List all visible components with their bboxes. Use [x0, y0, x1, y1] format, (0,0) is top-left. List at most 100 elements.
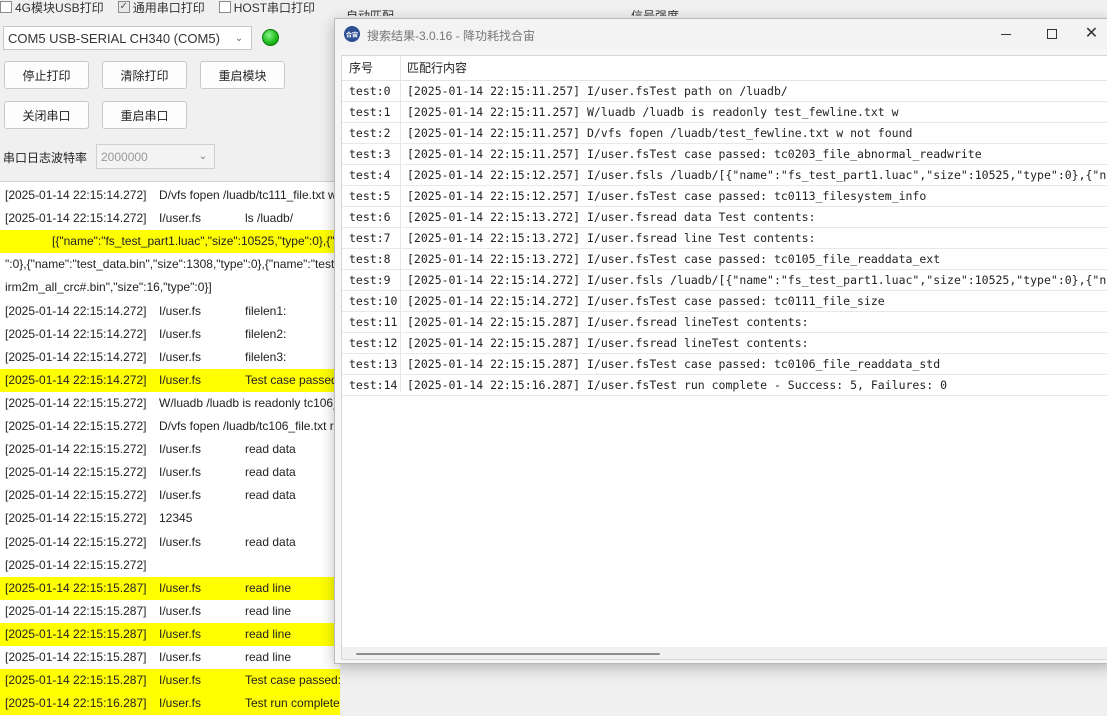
log-message: read line	[245, 626, 292, 641]
table-row[interactable]: test:10 [2025-01-14 22:15:14.272] I/user.…	[342, 291, 1107, 312]
log-timestamp: [2025-01-14 22:15:15.272]	[5, 442, 147, 457]
restart-module-button[interactable]: 重启模块	[200, 61, 285, 89]
log-timestamp: [2025-01-14 22:15:14.272]	[5, 349, 147, 364]
log-line: [2025-01-14 22:15:15.272] I/user.fs read d…	[0, 531, 335, 554]
close-button[interactable]: ✕	[1075, 19, 1107, 49]
row-content-cell: [2025-01-14 22:15:15.287] I/user.fsread …	[407, 336, 809, 350]
title-bar[interactable]: 合宙 搜索结果-3.0.16 - 降功耗找合宙 ✕	[335, 19, 1107, 49]
table-header: 序号 匹配行内容	[342, 56, 1107, 81]
log-module: 12345	[159, 511, 193, 526]
table-row[interactable]: test:7 [2025-01-14 22:15:13.272] I/user.f…	[342, 228, 1107, 249]
log-timestamp: [2025-01-14 22:15:14.272]	[5, 188, 147, 202]
log-message: read data	[245, 442, 296, 457]
stop-print-button[interactable]: 停止打印	[4, 61, 89, 89]
log-timestamp: [2025-01-14 22:15:15.287]	[5, 626, 147, 641]
print-option-checkbox[interactable]: HOST串口打印	[218, 0, 316, 15]
serial-log-view[interactable]: [2025-01-14 22:15:14.272] D/vfs fopen /lu…	[0, 181, 340, 716]
log-timestamp: [2025-01-14 22:15:14.272]	[5, 326, 147, 341]
signal-strength-header: 信号强度	[631, 10, 679, 16]
log-line: [{"name":"fs_test_part1.luac","size":105…	[0, 230, 340, 254]
table-row[interactable]: test:8 [2025-01-14 22:15:13.272] I/user.f…	[342, 249, 1107, 270]
table-row[interactable]: test:14 [2025-01-14 22:15:16.287] I/user.…	[342, 375, 1107, 396]
row-index-cell: test:1	[349, 105, 391, 119]
table-row[interactable]: test:6 [2025-01-14 22:15:13.272] I/user.f…	[342, 207, 1107, 228]
window-title: 搜索结果-3.0.16 - 降功耗找合宙	[367, 29, 536, 43]
app-logo-icon: 合宙	[344, 26, 360, 42]
log-timestamp: [2025-01-14 22:15:15.272]	[5, 465, 147, 480]
table-row[interactable]: test:1 [2025-01-14 22:15:11.257] W/luadb …	[342, 102, 1107, 123]
log-module: D/vfs fopen /luadb/tc111_file.txt w not …	[159, 188, 340, 202]
column-header-index[interactable]: 序号	[349, 56, 373, 81]
baud-rate-label: 串口日志波特率	[3, 151, 88, 165]
row-index-cell: test:13	[349, 357, 398, 371]
print-option-label: HOST串口打印	[233, 0, 316, 15]
log-line: [2025-01-14 22:15:15.287] I/user.fs read l…	[0, 576, 335, 600]
row-index-cell: test:8	[349, 252, 391, 266]
table-row[interactable]: test:5 [2025-01-14 22:15:12.257] I/user.f…	[342, 186, 1107, 207]
log-line: [2025-01-14 22:15:14.272] I/user.fs filele…	[0, 300, 335, 323]
clear-print-button[interactable]: 清除打印	[102, 61, 187, 89]
row-content-cell: [2025-01-14 22:15:14.272] I/user.fsTest …	[407, 294, 885, 308]
minimize-icon	[1001, 33, 1011, 35]
com-port-select[interactable]: COM5 USB-SERIAL CH340 (COM5) ⌄	[3, 26, 252, 50]
log-timestamp: [2025-01-14 22:15:14.272]	[5, 372, 147, 387]
log-message: Test case passed: tc0106_file_readdata_s…	[245, 673, 340, 688]
log-line: [2025-01-14 22:15:15.287] I/user.fs read l…	[0, 600, 335, 623]
log-line: [2025-01-14 22:15:16.287] I/user.fs Test r…	[0, 692, 340, 716]
log-message: Test case passed: tc0111_file_size	[245, 372, 340, 387]
table-row[interactable]: test:2 [2025-01-14 22:15:11.257] D/vfs fo…	[342, 123, 1107, 144]
horizontal-scrollbar[interactable]	[342, 647, 1107, 659]
log-module: I/user.fs	[159, 442, 202, 457]
row-content-cell: [2025-01-14 22:15:12.257] I/user.fsTest …	[407, 189, 927, 203]
table-row[interactable]: test:3 [2025-01-14 22:15:11.257] I/user.f…	[342, 144, 1107, 165]
log-timestamp: [2025-01-14 22:15:15.287]	[5, 673, 147, 688]
log-message: read line	[245, 650, 292, 664]
log-line: [2025-01-14 22:15:14.272] D/vfs fopen /lu…	[0, 184, 340, 207]
results-table[interactable]: 序号 匹配行内容 test:0 [2025-01-14 22:15:11.257]…	[341, 55, 1107, 660]
log-module: I/user.fs	[159, 650, 202, 664]
row-content-cell: [2025-01-14 22:15:11.257] I/user.fsTest …	[407, 84, 788, 98]
log-message: Test run complete - Success: 5, Failures…	[245, 696, 340, 711]
maximize-button[interactable]	[1029, 19, 1075, 49]
log-message: filelen2:	[245, 326, 287, 341]
row-index-cell: test:9	[349, 273, 391, 287]
print-option-checkbox[interactable]: ✓ 通用串口打印	[117, 0, 205, 14]
scrollbar-thumb[interactable]	[356, 653, 660, 655]
row-index-cell: test:10	[349, 294, 398, 308]
row-index-cell: test:7	[349, 231, 391, 245]
checkbox-checked-icon[interactable]: ✓	[117, 1, 130, 13]
close-icon: ✕	[1084, 25, 1099, 42]
table-row[interactable]: test:9 [2025-01-14 22:15:14.272] I/user.f…	[342, 270, 1107, 291]
log-timestamp: [2025-01-14 22:15:14.272]	[5, 211, 147, 226]
table-row[interactable]: test:12 [2025-01-14 22:15:15.287] I/user.…	[342, 333, 1107, 354]
table-row[interactable]: test:13 [2025-01-14 22:15:15.287] I/user.…	[342, 354, 1107, 375]
minimize-button[interactable]	[983, 19, 1029, 49]
table-row[interactable]: test:11 [2025-01-14 22:15:15.287] I/user.…	[342, 312, 1107, 333]
checkbox-icon[interactable]	[0, 1, 12, 13]
log-line: [2025-01-14 22:15:14.272] I/user.fs filele…	[0, 323, 335, 346]
log-message: read data	[245, 488, 296, 503]
row-content-cell: [2025-01-14 22:15:15.287] I/user.fsread …	[407, 315, 809, 329]
table-row[interactable]: test:4 [2025-01-14 22:15:12.257] I/user.f…	[342, 165, 1107, 186]
table-row[interactable]: test:0 [2025-01-14 22:15:11.257] I/user.f…	[342, 81, 1107, 102]
print-option-checkbox[interactable]: 4G模块USB打印	[0, 0, 104, 14]
checkbox-icon[interactable]	[218, 1, 231, 13]
log-timestamp: [2025-01-14 22:15:15.272]	[5, 534, 147, 549]
log-message: filelen3:	[245, 349, 287, 364]
log-module: I/user.fs	[159, 626, 202, 641]
column-header-content[interactable]: 匹配行内容	[407, 56, 467, 81]
row-index-cell: test:6	[349, 210, 391, 224]
row-index-cell: test:14	[349, 378, 398, 392]
auto-match-header: 自动匹配	[346, 10, 394, 16]
log-timestamp: [2025-01-14 22:15:15.272]	[5, 511, 147, 526]
baud-rate-select[interactable]: 2000000 ⌄	[96, 144, 215, 169]
log-line: [2025-01-14 22:15:15.272] I/user.fs read d…	[0, 438, 335, 461]
log-module: W/luadb /luadb is readonly tc106_file.tx…	[159, 395, 340, 410]
log-line: irm2m_all_crc#.bin","size":16,"type":0}]	[0, 276, 340, 299]
log-text: irm2m_all_crc#.bin","size":16,"type":0}]	[5, 280, 212, 295]
log-timestamp: [2025-01-14 22:15:15.287]	[5, 650, 147, 664]
close-port-button[interactable]: 关闭串口	[4, 101, 89, 129]
row-content-cell: [2025-01-14 22:15:14.272] I/user.fsls /l…	[407, 273, 1107, 287]
log-module: I/user.fs	[159, 349, 202, 364]
restart-port-button[interactable]: 重启串口	[102, 101, 187, 129]
